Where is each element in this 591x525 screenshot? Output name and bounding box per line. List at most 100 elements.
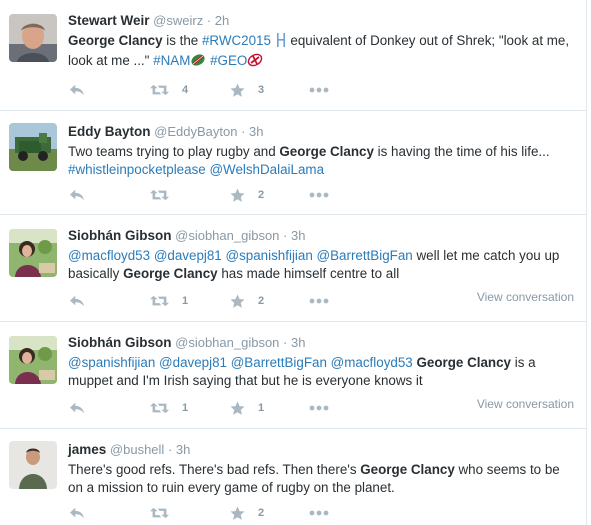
retweet-button[interactable] xyxy=(150,503,182,523)
reply-icon[interactable] xyxy=(68,80,86,100)
avatar[interactable] xyxy=(9,123,57,171)
favorite-count: 2 xyxy=(258,189,265,201)
tweet-timestamp[interactable]: 2h xyxy=(215,13,229,28)
more-icon[interactable] xyxy=(309,185,329,205)
tweet-timestamp[interactable]: 3h xyxy=(176,442,190,457)
more-icon[interactable] xyxy=(309,291,329,311)
tweet[interactable]: Eddy Bayton @EddyBayton · 3h Two teams t… xyxy=(0,111,586,215)
favorite-button[interactable]: 1 xyxy=(230,398,264,418)
favorite-button[interactable]: 2 xyxy=(230,291,264,311)
mention-link[interactable]: @macfloyd53 xyxy=(331,355,413,370)
namibia-rugby-ball-emoji xyxy=(190,53,206,72)
tweet-text: Two teams trying to play rugby and Georg… xyxy=(68,143,574,179)
hashtag-link[interactable]: #whistleinpocketplease xyxy=(68,162,206,177)
author-name[interactable]: Siobhán Gibson xyxy=(68,228,172,243)
tweet[interactable]: Stewart Weir @sweirz · 2h George Clancy … xyxy=(0,0,586,111)
retweet-icon xyxy=(150,188,169,202)
author-handle[interactable]: @siobhan_gibson xyxy=(175,228,279,243)
reply-icon[interactable] xyxy=(68,503,86,523)
tweet-text: George Clancy is the #RWC2015 equivalent… xyxy=(68,32,574,72)
hashtag-link[interactable]: #NAM xyxy=(153,53,190,68)
tweet[interactable]: Siobhán Gibson @siobhan_gibson · 3h @mac… xyxy=(0,215,586,322)
mention-link[interactable]: @BarrettBigFan xyxy=(317,248,413,263)
view-conversation-link[interactable]: View conversation xyxy=(477,290,574,304)
separator-dot: · xyxy=(241,124,246,139)
tweet-text: @spanishfijian @davepj81 @BarrettBigFan … xyxy=(68,354,574,390)
more-icon[interactable] xyxy=(309,398,329,418)
author-name[interactable]: Stewart Weir xyxy=(68,13,150,28)
retweet-icon xyxy=(150,506,169,520)
favorite-button[interactable]: 3 xyxy=(230,80,264,100)
text-span: is having the time of his life... xyxy=(373,144,550,159)
hashtag-link[interactable]: #GEO xyxy=(210,53,247,68)
tweet-timestamp[interactable]: 3h xyxy=(291,335,305,350)
more-icon[interactable] xyxy=(309,80,329,100)
mention-link[interactable]: @davepj81 xyxy=(154,248,222,263)
highlighted-name: George Clancy xyxy=(123,266,218,281)
retweet-count: 1 xyxy=(182,295,189,307)
star-icon xyxy=(230,401,245,416)
tweet[interactable]: james @bushell · 3h There's good refs. T… xyxy=(0,429,586,525)
favorite-button[interactable]: 2 xyxy=(230,503,264,523)
tweet-text: @macfloyd53 @davepj81 @spanishfijian @Ba… xyxy=(68,247,574,283)
separator-dot: · xyxy=(283,335,288,350)
mention-link[interactable]: @BarrettBigFan xyxy=(231,355,327,370)
avatar[interactable] xyxy=(9,441,57,489)
text-span: Two teams trying to play rugby and xyxy=(68,144,280,159)
hashtag-link[interactable]: #RWC2015 xyxy=(202,33,271,48)
retweet-button[interactable]: 4 xyxy=(150,80,188,100)
retweet-icon xyxy=(150,294,169,308)
retweet-button[interactable]: 1 xyxy=(150,291,188,311)
author-handle[interactable]: @sweirz xyxy=(153,13,203,28)
separator-dot: · xyxy=(283,228,288,243)
reply-icon[interactable] xyxy=(68,185,86,205)
highlighted-name: George Clancy xyxy=(360,462,455,477)
separator-dot: · xyxy=(167,442,173,457)
mention-link[interactable]: @WelshDalaiLama xyxy=(209,162,324,177)
star-icon xyxy=(230,506,245,521)
retweet-icon xyxy=(150,401,169,415)
mention-link[interactable]: @spanishfijian xyxy=(226,248,313,263)
author-handle[interactable]: @EddyBayton xyxy=(154,124,237,139)
tweet[interactable]: Siobhán Gibson @siobhan_gibson · 3h @spa… xyxy=(0,322,586,429)
mention-link[interactable]: @davepj81 xyxy=(159,355,227,370)
highlighted-name: George Clancy xyxy=(279,144,374,159)
star-icon xyxy=(230,294,245,309)
author-name[interactable]: Siobhán Gibson xyxy=(68,335,172,350)
avatar[interactable] xyxy=(9,14,57,62)
georgia-rugby-ball-emoji xyxy=(247,53,263,72)
rugby-posts-emoji xyxy=(275,33,287,52)
view-conversation-link[interactable]: View conversation xyxy=(477,397,574,411)
favorite-button[interactable]: 2 xyxy=(230,185,264,205)
tweet-timeline: Stewart Weir @sweirz · 2h George Clancy … xyxy=(0,0,587,525)
reply-icon[interactable] xyxy=(68,398,86,418)
tweet-timestamp[interactable]: 3h xyxy=(249,124,263,139)
retweet-count: 1 xyxy=(182,402,189,414)
mention-link[interactable]: @macfloyd53 xyxy=(68,248,150,263)
star-icon xyxy=(230,83,245,98)
tweet-timestamp[interactable]: 3h xyxy=(291,228,305,243)
avatar[interactable] xyxy=(9,336,57,384)
favorite-count: 2 xyxy=(258,295,265,307)
star-icon xyxy=(230,188,245,203)
text-span: There's good refs. There's bad refs. The… xyxy=(68,462,361,477)
retweet-count: 4 xyxy=(182,84,189,96)
retweet-icon xyxy=(150,83,169,97)
separator-dot: · xyxy=(206,13,212,28)
favorite-count: 1 xyxy=(258,402,265,414)
retweet-button[interactable] xyxy=(150,185,182,205)
avatar[interactable] xyxy=(9,229,57,277)
author-name[interactable]: Eddy Bayton xyxy=(68,124,151,139)
mention-link[interactable]: @spanishfijian xyxy=(68,355,155,370)
more-icon[interactable] xyxy=(309,503,329,523)
author-handle[interactable]: @bushell xyxy=(110,442,164,457)
retweet-button[interactable]: 1 xyxy=(150,398,188,418)
reply-icon[interactable] xyxy=(68,291,86,311)
author-name[interactable]: james xyxy=(68,442,106,457)
author-handle[interactable]: @siobhan_gibson xyxy=(175,335,279,350)
text-span: has made himself centre to all xyxy=(217,266,400,281)
favorite-count: 3 xyxy=(258,84,265,96)
favorite-count: 2 xyxy=(258,507,265,519)
tweet-text: There's good refs. There's bad refs. The… xyxy=(68,461,574,497)
highlighted-name: George Clancy xyxy=(68,33,163,48)
